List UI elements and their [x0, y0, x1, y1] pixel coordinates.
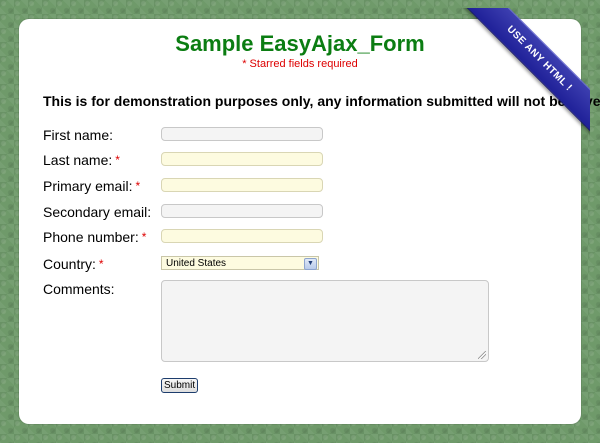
required-marker: * [141, 230, 147, 244]
country-select[interactable]: United States ▼ [161, 256, 319, 270]
comments-textarea[interactable] [161, 280, 489, 362]
secondary-email-label: Secondary email: [43, 204, 152, 220]
last-name-field[interactable] [161, 152, 323, 166]
comments-label: Comments: [43, 281, 115, 297]
country-selected-value: United States [166, 258, 227, 269]
ribbon-label: USE ANY HTML ! [461, 8, 590, 137]
first-name-field[interactable] [161, 127, 323, 141]
first-name-label: First name: [43, 127, 114, 143]
resize-grip-icon[interactable] [478, 351, 486, 359]
primary-email-field[interactable] [161, 178, 323, 192]
phone-label: Phone number: * [43, 229, 147, 245]
country-label: Country: * [43, 256, 104, 272]
secondary-email-field[interactable] [161, 204, 323, 218]
submit-button[interactable]: Submit [161, 378, 199, 393]
required-marker: * [98, 257, 104, 271]
chevron-down-icon[interactable]: ▼ [304, 258, 317, 270]
last-name-label: Last name: * [43, 152, 120, 168]
corner-ribbon: USE ANY HTML ! [450, 8, 590, 148]
primary-email-label: Primary email: * [43, 178, 141, 194]
required-marker: * [115, 153, 120, 167]
required-marker: * [135, 179, 141, 193]
phone-field[interactable] [161, 229, 323, 243]
